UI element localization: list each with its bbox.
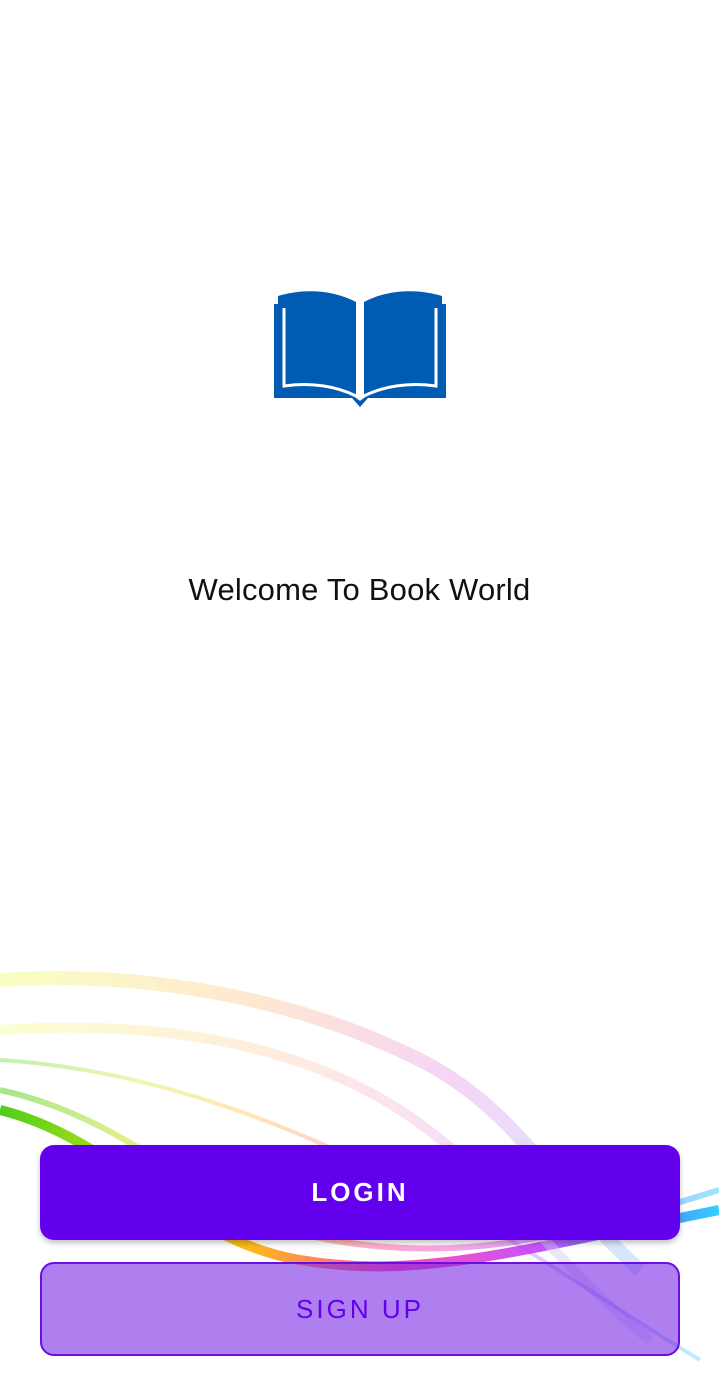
welcome-screen: Welcome To Book World LOGIN SIGN UP (0, 0, 719, 1387)
open-book-icon (274, 291, 446, 407)
welcome-title: Welcome To Book World (188, 572, 531, 607)
login-button[interactable]: LOGIN (40, 1145, 680, 1240)
signup-button[interactable]: SIGN UP (40, 1262, 680, 1356)
